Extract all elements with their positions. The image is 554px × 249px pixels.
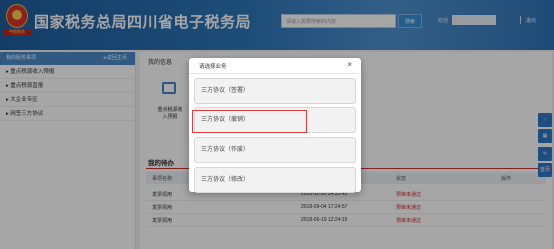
dialog-divider <box>189 73 361 74</box>
option-modify-agreement[interactable]: 三方协议（修改） <box>194 167 356 193</box>
option-sign-agreement[interactable]: 三方协议（签署） <box>194 78 356 104</box>
dialog-title: 请选择业务 <box>199 64 227 70</box>
highlight-box <box>192 110 307 133</box>
option-void-agreement[interactable]: 三方协议（作废） <box>194 137 356 163</box>
close-icon[interactable]: × <box>347 60 352 69</box>
